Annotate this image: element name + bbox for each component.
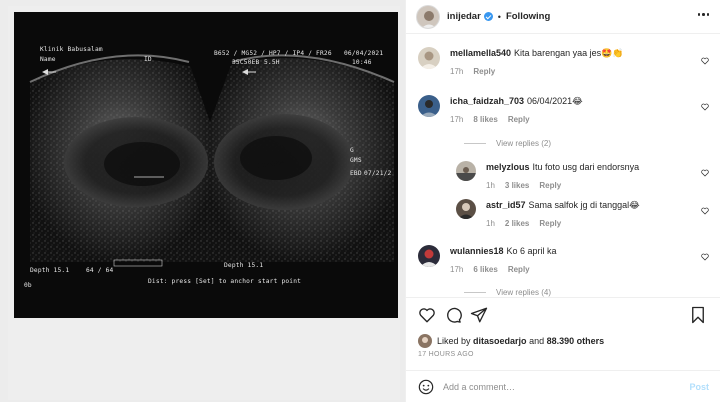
author-username[interactable]: inijedar	[447, 11, 481, 22]
post-comment-button[interactable]: Post	[689, 382, 709, 392]
liked-by-others[interactable]: 88.390 others	[547, 336, 605, 346]
author-avatar[interactable]	[416, 4, 440, 29]
heart-icon[interactable]	[701, 57, 709, 65]
comment-item: mellamella540 Kita barengan yaa jes🤩👏 17h…	[418, 47, 624, 76]
instagram-post-view: Klinik Babusalam Name ID B652 / MG52 / H…	[0, 0, 720, 402]
scan-clinic-name: Klinik Babusalam	[40, 46, 103, 53]
scan-depth-left: Depth 15.1	[30, 267, 70, 274]
bookmark-icon[interactable]	[689, 306, 707, 324]
scan-probe: 35C50EB	[232, 59, 260, 66]
comments-list[interactable]: mellamella540 Kita barengan yaa jes🤩👏 17h…	[406, 35, 720, 297]
view-replies-button[interactable]: View replies (2)	[464, 139, 551, 148]
comment-time[interactable]: 17h	[450, 67, 463, 76]
comment-icon[interactable]	[444, 306, 462, 324]
reply-button[interactable]: Reply	[539, 219, 561, 228]
comment-likes[interactable]: 6 likes	[473, 265, 497, 274]
liked-prefix: Liked by	[437, 336, 471, 346]
add-comment-bar: Post	[406, 370, 720, 402]
heart-icon[interactable]	[701, 169, 709, 177]
scan-date: 06/04/2021	[344, 50, 384, 57]
emoji-icon[interactable]	[418, 379, 434, 395]
comment-text: Ko 6 april ka	[506, 246, 557, 256]
scan-depth-scale: 5.5H	[264, 59, 280, 66]
comment-time[interactable]: 17h	[450, 115, 463, 124]
reply-button[interactable]: Reply	[508, 115, 530, 124]
post-photo[interactable]: Klinik Babusalam Name ID B652 / MG52 / H…	[0, 0, 405, 402]
scan-side-label-3: EBD	[350, 170, 362, 177]
comment-input[interactable]	[443, 381, 673, 392]
scan-parameters: B652 / MG52 / HP7 / IP4 / FR26	[214, 50, 332, 57]
comment-time[interactable]: 1h	[486, 181, 495, 190]
comment-username[interactable]: astr_id57	[486, 200, 526, 210]
reply-button[interactable]: Reply	[508, 265, 530, 274]
post-sidebar: inijedar • Following mellamella540 Kita b…	[405, 0, 720, 402]
scan-side-label-1: G	[350, 147, 354, 154]
commenter-avatar[interactable]	[456, 199, 476, 219]
liked-by-line: Liked by ditasoedarjo and 88.390 others	[418, 334, 604, 348]
comment-time[interactable]: 1h	[486, 219, 495, 228]
commenter-avatar[interactable]	[456, 161, 476, 181]
header-separator: •	[497, 11, 501, 22]
scan-name-label: Name	[40, 56, 56, 63]
scan-depth-right: Depth 15.1	[224, 262, 264, 269]
scan-time: 10:46	[352, 59, 372, 66]
verified-badge-icon	[483, 12, 493, 21]
share-icon[interactable]	[470, 306, 488, 324]
comment-likes[interactable]: 2 likes	[505, 219, 529, 228]
following-button[interactable]: Following	[506, 11, 550, 22]
post-timestamp[interactable]: 17 HOURS AGO	[418, 351, 474, 358]
scan-gain-left: 64 / 64	[86, 267, 114, 274]
heart-icon[interactable]	[701, 253, 709, 261]
ultrasound-scan: Klinik Babusalam Name ID B652 / MG52 / H…	[14, 12, 398, 318]
comment-username[interactable]: icha_faidzah_703	[450, 96, 524, 106]
scan-hint: Dist: press [Set] to anchor start point	[148, 278, 302, 285]
heart-icon[interactable]	[701, 103, 709, 111]
comment-username[interactable]: mellamella540	[450, 48, 511, 58]
comment-item: icha_faidzah_703 06/04/2021😂 17h 8 likes Re…	[418, 95, 583, 124]
reply-item: astr_id57 Sama salfok jg di tanggal😂 1h 2 …	[456, 199, 640, 228]
commenter-avatar[interactable]	[418, 245, 440, 267]
reply-button[interactable]: Reply	[539, 181, 561, 190]
liker-avatar[interactable]	[418, 334, 432, 348]
ultrasound-image	[29, 54, 395, 267]
scan-orientation: 0b	[24, 282, 32, 289]
comment-text: Itu foto usg dari endorsnya	[532, 162, 640, 172]
post-actions-bar	[406, 297, 720, 331]
view-replies-button[interactable]: View replies (4)	[464, 288, 551, 297]
scan-side-label-4: 07/21/2	[364, 170, 392, 177]
heart-icon[interactable]	[701, 207, 709, 215]
more-icon[interactable]	[697, 13, 709, 16]
post-header: inijedar • Following	[406, 0, 720, 34]
comment-likes[interactable]: 3 likes	[505, 181, 529, 190]
comment-time[interactable]: 17h	[450, 265, 463, 274]
reply-item: melyzlous Itu foto usg dari endorsnya 1h 3…	[456, 161, 639, 190]
comment-text: Sama salfok jg di tanggal😂	[528, 200, 640, 210]
view-replies-label: View replies (4)	[496, 288, 551, 297]
replies-divider	[464, 292, 486, 293]
comment-likes[interactable]: 8 likes	[473, 115, 497, 124]
heart-icon[interactable]	[418, 306, 436, 324]
replies-divider	[464, 143, 486, 144]
comment-item: wulannies18 Ko 6 april ka 17h 6 likes Reply	[418, 245, 557, 274]
view-replies-label: View replies (2)	[496, 139, 551, 148]
comment-text: 06/04/2021😂	[527, 96, 583, 106]
liked-by-user[interactable]: ditasoedarjo	[473, 336, 527, 346]
commenter-avatar[interactable]	[418, 47, 440, 69]
scan-side-label-2: GMS	[350, 157, 362, 164]
scan-id-label: ID	[144, 56, 152, 63]
comment-username[interactable]: wulannies18	[450, 246, 504, 256]
comment-text: Kita barengan yaa jes🤩👏	[514, 48, 624, 58]
comment-username[interactable]: melyzlous	[486, 162, 530, 172]
reply-button[interactable]: Reply	[473, 67, 495, 76]
commenter-avatar[interactable]	[418, 95, 440, 117]
liked-and: and	[529, 336, 545, 346]
